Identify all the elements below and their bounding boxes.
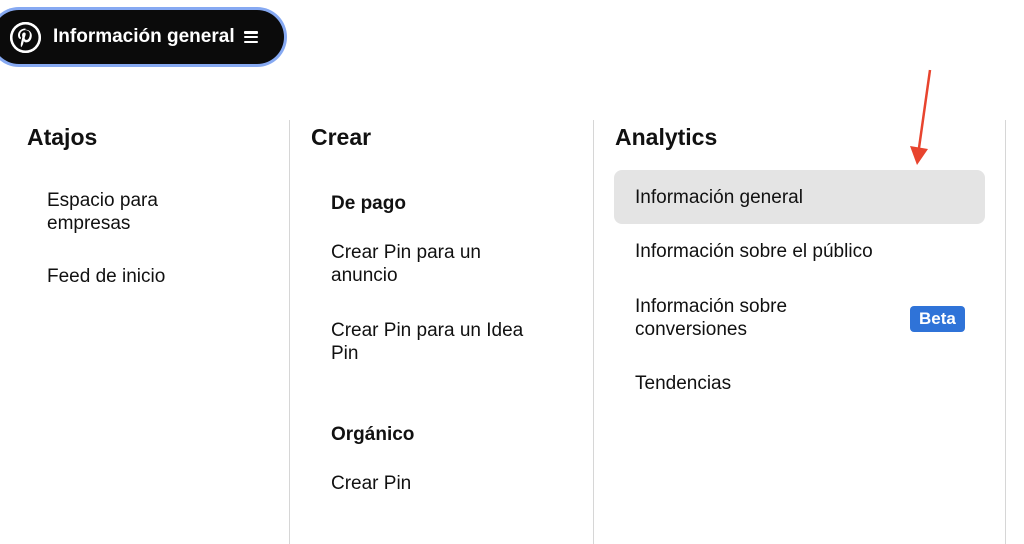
menu-item-audience-insights[interactable]: Información sobre el público [635, 240, 873, 263]
menu-item-label: conversiones [635, 319, 747, 340]
menu-item-business-hub[interactable]: Espacio para empresas [47, 189, 158, 235]
menu-item-create-ad-pin[interactable]: Crear Pin para un anuncio [331, 241, 481, 287]
menu-item-home-feed[interactable]: Feed de inicio [47, 265, 165, 288]
menu-item-label: Espacio para [47, 190, 158, 211]
menu-item-label: Crear Pin para un Idea [331, 320, 524, 341]
menu-item-label: empresas [47, 213, 131, 234]
menu-item-label: anuncio [331, 265, 398, 286]
shortcuts-title: Atajos [27, 124, 98, 150]
overview-nav-label: Información general [53, 26, 235, 47]
hamburger-icon [243, 31, 258, 43]
create-title: Crear [311, 124, 372, 150]
menu-item-create-pin[interactable]: Crear Pin [331, 472, 411, 495]
create-column: Crear De pago Crear Pin para un anuncio … [290, 118, 593, 544]
column-divider [1005, 120, 1006, 544]
menu-item-label: Información sobre [635, 296, 788, 317]
menu-item-create-idea-pin[interactable]: Crear Pin para un Idea Pin [331, 319, 523, 365]
menu-item-trends[interactable]: Tendencias [635, 372, 731, 395]
pinterest-logo-icon [10, 21, 41, 53]
annotation-arrow-icon [910, 69, 932, 165]
organic-heading: Orgánico [331, 424, 415, 445]
column-divider [593, 120, 594, 544]
analytics-column: Analytics Información general Informació… [595, 118, 1005, 544]
menu-item-label: Crear Pin para un [331, 242, 481, 263]
analytics-title: Analytics [615, 124, 718, 150]
beta-badge: Beta [910, 306, 965, 332]
menu-item-overview[interactable]: Información general [635, 186, 803, 209]
menu-item-conversion-insights[interactable]: Información sobre conversiones [635, 295, 787, 341]
shortcuts-column: Atajos Espacio para empresas Feed de ini… [0, 118, 288, 544]
menu-item-label: Pin [331, 343, 359, 364]
paid-heading: De pago [331, 193, 406, 214]
overview-nav-button[interactable]: Información general [0, 10, 284, 64]
